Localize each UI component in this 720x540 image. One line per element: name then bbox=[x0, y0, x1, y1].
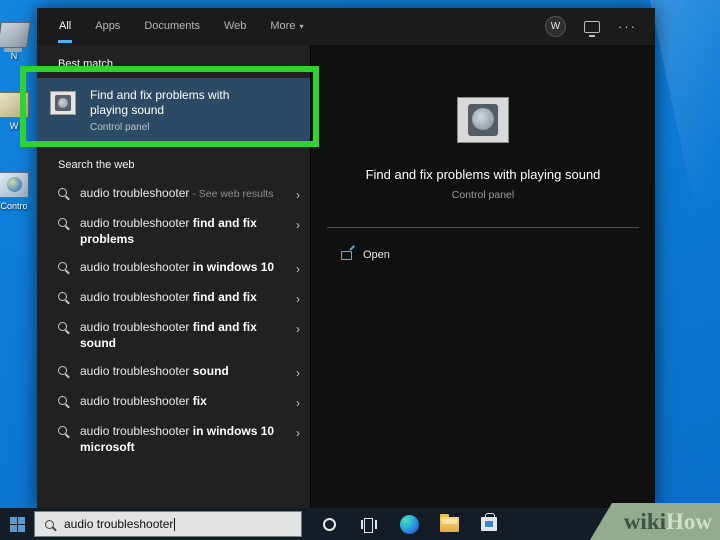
chevron-right-icon[interactable]: › bbox=[296, 319, 300, 337]
web-suggestion[interactable]: audio troubleshooter in windows 10 › bbox=[37, 253, 310, 283]
search-flyout: All Apps Documents Web More▾ W ··· Best matc… bbox=[37, 8, 655, 508]
open-external-icon bbox=[341, 251, 352, 260]
more-options-icon[interactable]: ··· bbox=[618, 22, 637, 32]
edge-icon bbox=[400, 515, 419, 534]
file-explorer-button[interactable] bbox=[436, 508, 462, 540]
desktop-icon-label: N bbox=[0, 51, 36, 61]
open-action[interactable]: Open bbox=[341, 249, 390, 261]
open-label: Open bbox=[363, 249, 390, 261]
web-suggestion[interactable]: audio troubleshooter find and fix proble… bbox=[37, 209, 310, 253]
search-icon bbox=[58, 426, 67, 435]
tab-apps[interactable]: Apps bbox=[94, 10, 121, 43]
watermark-wiki: wiki bbox=[624, 509, 666, 535]
search-filter-tabs: All Apps Documents Web More▾ W ··· bbox=[37, 8, 655, 45]
web-suggestion[interactable]: audio troubleshooter sound › bbox=[37, 357, 310, 387]
preview-title: Find and fix problems with playing sound bbox=[366, 167, 601, 182]
search-icon bbox=[58, 396, 67, 405]
search-icon bbox=[58, 262, 67, 271]
chevron-right-icon[interactable]: › bbox=[296, 259, 300, 277]
suggestion-text: audio troubleshooter in windows 10 bbox=[80, 259, 276, 275]
suggestion-text: audio troubleshooter find and fix bbox=[80, 289, 276, 305]
user-avatar[interactable]: W bbox=[545, 16, 566, 37]
wallpaper-light-ray bbox=[650, 0, 720, 300]
search-web-heading: Search the web bbox=[37, 146, 310, 179]
search-header-actions: W ··· bbox=[545, 8, 637, 45]
task-view-icon bbox=[361, 518, 377, 531]
suggestion-text: audio troubleshooter fix bbox=[80, 393, 276, 409]
tab-all[interactable]: All bbox=[58, 10, 72, 43]
desktop-icon-control-panel[interactable]: Contro bbox=[0, 172, 36, 211]
suggestion-text: audio troubleshooter find and fix proble… bbox=[80, 215, 276, 247]
search-icon bbox=[58, 322, 67, 331]
search-icon bbox=[45, 520, 54, 529]
search-icon bbox=[58, 188, 67, 197]
web-suggestion[interactable]: audio troubleshooter find and fix sound › bbox=[37, 313, 310, 357]
cortana-button[interactable] bbox=[316, 508, 342, 540]
computer-icon bbox=[0, 22, 31, 48]
start-button[interactable] bbox=[0, 508, 34, 540]
best-match-result[interactable]: Find and fix problems with playing sound… bbox=[37, 78, 310, 146]
suggestion-text: audio troubleshooter sound bbox=[80, 363, 276, 379]
suggestion-text: audio troubleshooter find and fix sound bbox=[80, 319, 276, 351]
tab-more[interactable]: More▾ bbox=[269, 10, 304, 43]
results-column: Best match Find and fix problems with pl… bbox=[37, 45, 310, 508]
control-panel-icon bbox=[0, 172, 29, 198]
desktop-icon-computer[interactable]: N bbox=[0, 22, 36, 61]
wikihow-watermark: wikiHow bbox=[590, 503, 720, 540]
watermark-how: How bbox=[666, 509, 712, 535]
suggestion-suffix: - See web results bbox=[189, 188, 273, 200]
search-icon bbox=[58, 218, 67, 227]
web-suggestion[interactable]: audio troubleshooter find and fix › bbox=[37, 283, 310, 313]
best-match-title: Find and fix problems with playing sound bbox=[90, 88, 260, 118]
search-input-value: audio troubleshooter bbox=[64, 517, 173, 531]
tab-web[interactable]: Web bbox=[223, 10, 247, 43]
chevron-right-icon[interactable]: › bbox=[296, 363, 300, 381]
search-icon bbox=[58, 292, 67, 301]
best-match-subtitle: Control panel bbox=[90, 122, 260, 133]
chevron-right-icon[interactable]: › bbox=[296, 393, 300, 411]
task-view-button[interactable] bbox=[356, 508, 382, 540]
cortana-icon bbox=[323, 518, 336, 531]
chevron-right-icon[interactable]: › bbox=[296, 215, 300, 233]
tab-documents[interactable]: Documents bbox=[143, 10, 201, 43]
store-button[interactable] bbox=[476, 508, 502, 540]
chevron-right-icon[interactable]: › bbox=[296, 423, 300, 441]
chevron-right-icon[interactable]: › bbox=[296, 185, 300, 203]
web-suggestion[interactable]: audio troubleshooter in windows 10 micro… bbox=[37, 417, 310, 461]
web-suggestion[interactable]: audio troubleshooter - See web results › bbox=[37, 179, 310, 209]
file-explorer-icon bbox=[440, 517, 459, 532]
taskbar-search-input[interactable]: audio troubleshooter bbox=[34, 511, 302, 537]
preview-pane: Find and fix problems with playing sound… bbox=[310, 45, 655, 508]
devices-icon[interactable] bbox=[584, 21, 600, 33]
web-suggestion[interactable]: audio troubleshooter fix › bbox=[37, 387, 310, 417]
screen: N W Contro All Apps Documents Web More▾ W ··… bbox=[0, 0, 720, 540]
app-icon bbox=[0, 92, 29, 118]
search-icon bbox=[58, 366, 67, 375]
edge-button[interactable] bbox=[396, 508, 422, 540]
preview-divider bbox=[327, 227, 639, 228]
store-icon bbox=[481, 517, 497, 531]
suggestion-text: audio troubleshooter in windows 10 micro… bbox=[80, 423, 276, 455]
desktop-icon-app[interactable]: W bbox=[0, 92, 36, 131]
best-match-heading: Best match bbox=[37, 45, 310, 78]
desktop-icon-label: Contro bbox=[0, 201, 36, 211]
troubleshooter-preview-icon bbox=[457, 97, 509, 143]
chevron-down-icon: ▾ bbox=[299, 22, 303, 31]
desktop-icon-label: W bbox=[0, 121, 36, 131]
windows-logo-icon bbox=[10, 517, 25, 532]
troubleshooter-icon bbox=[50, 91, 76, 115]
suggestion-text: audio troubleshooter - See web results bbox=[80, 185, 276, 202]
text-cursor bbox=[174, 518, 175, 531]
preview-subtitle: Control panel bbox=[452, 189, 514, 201]
chevron-right-icon[interactable]: › bbox=[296, 289, 300, 307]
